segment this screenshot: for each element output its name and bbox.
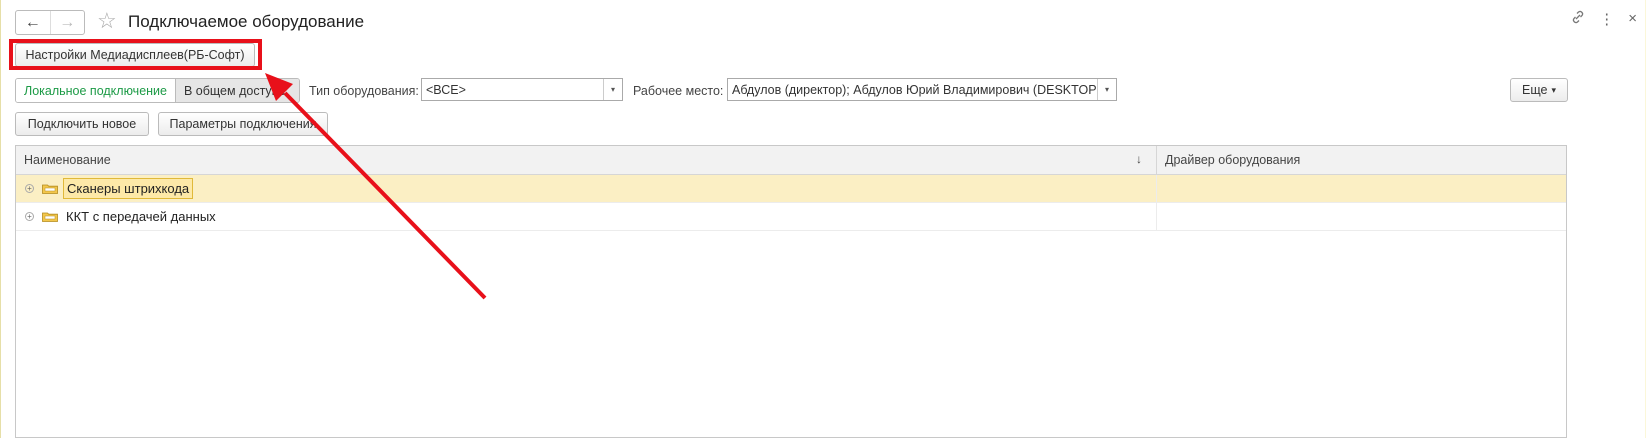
more-button-label: Еще	[1522, 83, 1548, 97]
more-button[interactable]: Еще ▾	[1510, 78, 1568, 102]
equipment-type-label: Тип оборудования:	[309, 84, 419, 98]
row-name-cell: + Сканеры штрихкода	[16, 175, 1157, 202]
local-connection-tab[interactable]: Локальное подключение	[16, 79, 175, 102]
equipment-type-select[interactable]: <ВСЕ> ▾	[421, 78, 623, 101]
table-row[interactable]: + Сканеры штрихкода	[16, 175, 1566, 203]
folder-icon	[42, 212, 58, 222]
main-window: ← → ☆ Подключаемое оборудование ⋮ × Наст…	[0, 0, 1645, 438]
shared-access-tab[interactable]: В общем доступе	[174, 79, 299, 102]
sort-arrow-icon: ↓	[1136, 152, 1142, 166]
connection-parameters-button[interactable]: Параметры подключения	[158, 112, 328, 136]
chevron-down-icon: ▾	[1551, 84, 1556, 95]
favorite-star-icon[interactable]: ☆	[97, 8, 117, 34]
navigation-buttons: ← →	[15, 10, 85, 35]
connect-new-button[interactable]: Подключить новое	[15, 112, 149, 136]
equipment-type-value: <ВСЕ>	[426, 82, 466, 97]
workplace-value: Абдулов (директор); Абдулов Юрий Владими…	[732, 82, 1097, 97]
folder-icon	[42, 184, 58, 194]
expand-icon[interactable]: +	[25, 184, 34, 193]
table-row[interactable]: + ККТ с передачей данных	[16, 203, 1566, 231]
page-title: Подключаемое оборудование	[128, 12, 365, 31]
back-button[interactable]: ←	[16, 11, 50, 34]
chevron-down-icon[interactable]: ▾	[1097, 79, 1116, 100]
row-name-cell: + ККТ с передачей данных	[16, 203, 1157, 230]
equipment-table: Наименование ↓ Драйвер оборудования + Ск…	[15, 145, 1567, 438]
connection-type-toggle: Локальное подключение В общем доступе	[15, 78, 300, 103]
row-name-text: Сканеры штрихкода	[63, 178, 194, 199]
close-icon[interactable]: ×	[1628, 10, 1637, 28]
table-header: Наименование ↓ Драйвер оборудования	[16, 146, 1566, 175]
chevron-down-icon[interactable]: ▾	[603, 79, 622, 100]
row-name-text: ККТ с передачей данных	[66, 209, 216, 224]
workplace-label: Рабочее место:	[633, 84, 724, 98]
column-header-label: Наименование	[24, 153, 111, 167]
more-options-icon[interactable]: ⋮	[1599, 10, 1614, 28]
link-icon[interactable]	[1571, 10, 1585, 28]
column-header-name[interactable]: Наименование ↓	[16, 146, 1157, 174]
column-header-driver[interactable]: Драйвер оборудования	[1157, 146, 1300, 174]
workplace-select[interactable]: Абдулов (директор); Абдулов Юрий Владими…	[727, 78, 1117, 101]
expand-icon[interactable]: +	[25, 212, 34, 221]
forward-button[interactable]: →	[49, 11, 85, 34]
highlight-frame	[9, 39, 262, 70]
window-actions: ⋮ ×	[1571, 10, 1637, 28]
